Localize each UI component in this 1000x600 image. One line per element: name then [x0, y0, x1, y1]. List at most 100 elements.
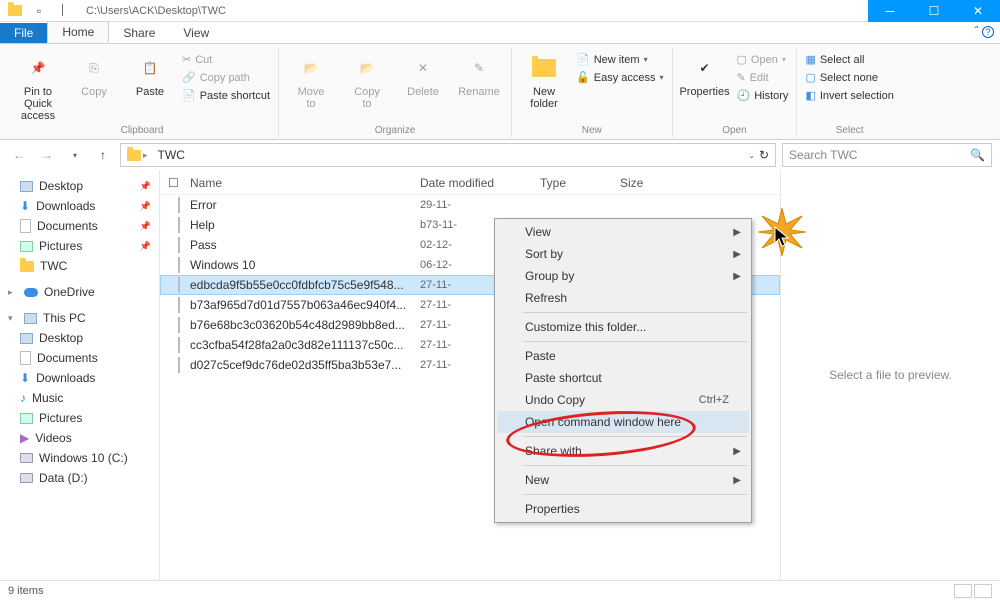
nav-cdrive[interactable]: Windows 10 (C:) [2, 448, 157, 468]
documents-icon [20, 351, 31, 365]
qat-dropdown[interactable]: │ [52, 1, 74, 21]
nav-thispc[interactable]: ▾This PC [2, 308, 157, 328]
move-to-button[interactable]: 📂Move to [287, 48, 335, 110]
tab-share[interactable]: Share [109, 23, 169, 43]
paste-shortcut-button[interactable]: 📄Paste shortcut [182, 88, 270, 104]
separator [523, 494, 747, 495]
file-icon [168, 318, 190, 332]
chevron-right-icon[interactable]: ▸ [8, 287, 18, 298]
file-name: Help [190, 218, 420, 232]
paste-button[interactable]: 📋 Paste [126, 48, 174, 98]
chevron-down-icon: ▾ [659, 70, 663, 86]
ctx-view[interactable]: View▶ [497, 221, 749, 243]
recent-dropdown[interactable]: ▾ [64, 144, 86, 166]
file-icon [168, 278, 190, 292]
search-input[interactable]: Search TWC 🔍 [782, 143, 992, 167]
col-name[interactable]: Name [190, 176, 420, 190]
nav-downloads[interactable]: ⬇Downloads📌 [2, 196, 157, 216]
navigation-pane[interactable]: Desktop📌 ⬇Downloads📌 Documents📌 Pictures… [0, 170, 160, 580]
chevron-down-icon[interactable]: ▾ [8, 313, 18, 324]
checkbox-column[interactable]: ☐ [168, 176, 190, 190]
ribbon-tabs: File Home Share View ˆ ? [0, 22, 1000, 44]
history-button[interactable]: 🕘History [737, 88, 789, 104]
nav-documents[interactable]: Documents📌 [2, 216, 157, 236]
addr-history-dropdown[interactable]: ⌄ [748, 151, 755, 160]
forward-button[interactable]: → [36, 144, 58, 166]
qat-props-icon[interactable]: ▫ [28, 1, 50, 21]
cursor-icon [774, 226, 792, 253]
ctx-share-with[interactable]: Share with▶ [497, 440, 749, 462]
file-row[interactable]: Error29-11- [160, 195, 780, 215]
ctx-refresh[interactable]: Refresh [497, 287, 749, 309]
context-menu: View▶ Sort by▶ Group by▶ Refresh Customi… [494, 218, 752, 523]
minimize-button[interactable]: ─ [868, 0, 912, 22]
col-date[interactable]: Date modified [420, 176, 540, 190]
new-item-button[interactable]: 📄New item ▾ [576, 52, 663, 68]
copy-button[interactable]: ⎘ Copy [70, 48, 118, 98]
copyto-icon: 📂 [351, 52, 383, 84]
nav-pc-music[interactable]: ♪Music [2, 388, 157, 408]
up-button[interactable]: ↑ [92, 144, 114, 166]
close-button[interactable]: ✕ [956, 0, 1000, 22]
selectnone-icon: ▢ [805, 70, 815, 86]
col-type[interactable]: Type [540, 176, 620, 190]
ctx-sortby[interactable]: Sort by▶ [497, 243, 749, 265]
ctx-undo[interactable]: Undo CopyCtrl+Z [497, 389, 749, 411]
moveto-icon: 📂 [295, 52, 327, 84]
nav-desktop[interactable]: Desktop📌 [2, 176, 157, 196]
rename-button[interactable]: ✎Rename [455, 48, 503, 98]
copy-path-button[interactable]: 🔗Copy path [182, 70, 270, 86]
ctx-properties[interactable]: Properties [497, 498, 749, 520]
ctx-groupby[interactable]: Group by▶ [497, 265, 749, 287]
select-all-button[interactable]: ▦Select all [805, 52, 893, 68]
pin-to-quick-access-button[interactable]: 📌 Pin to Quick access [14, 48, 62, 122]
chevron-right-icon: ▶ [733, 446, 741, 457]
breadcrumb-root[interactable]: ▸ [123, 148, 152, 163]
easy-access-button[interactable]: 🔓Easy access ▾ [576, 70, 663, 86]
tab-file[interactable]: File [0, 23, 47, 43]
back-button[interactable]: ← [8, 144, 30, 166]
nav-onedrive[interactable]: ▸OneDrive [2, 282, 157, 302]
nav-ddrive[interactable]: Data (D:) [2, 468, 157, 488]
invert-selection-button[interactable]: ◧Invert selection [805, 88, 893, 104]
properties-button[interactable]: ✔Properties [681, 48, 729, 98]
edit-button[interactable]: ✎Edit [737, 70, 789, 86]
nav-pc-pictures[interactable]: Pictures [2, 408, 157, 428]
ctx-customize[interactable]: Customize this folder... [497, 316, 749, 338]
history-icon: 🕘 [737, 88, 751, 104]
disk-icon [20, 473, 33, 483]
nav-pc-videos[interactable]: ▶Videos [2, 428, 157, 448]
pc-icon [24, 313, 37, 324]
ribbon-help-icon[interactable]: ˆ ? [975, 24, 994, 38]
nav-pc-documents[interactable]: Documents [2, 348, 157, 368]
nav-pictures[interactable]: Pictures📌 [2, 236, 157, 256]
view-details-button[interactable] [954, 584, 972, 598]
file-date: 29-11- [420, 199, 540, 211]
col-size[interactable]: Size [620, 176, 680, 190]
nav-pc-desktop[interactable]: Desktop [2, 328, 157, 348]
cut-button[interactable]: ✂Cut [182, 52, 270, 68]
new-folder-button[interactable]: New folder [520, 48, 568, 110]
address-bar[interactable]: ▸ TWC ⌄ ↻ [120, 143, 776, 167]
nav-pc-downloads[interactable]: ⬇Downloads [2, 368, 157, 388]
file-name: Pass [190, 238, 420, 252]
breadcrumb-twc[interactable]: TWC [154, 146, 189, 164]
separator [523, 465, 747, 466]
maximize-button[interactable]: ☐ [912, 0, 956, 22]
item-count: 9 items [8, 585, 43, 597]
ctx-paste[interactable]: Paste [497, 345, 749, 367]
ctx-paste-shortcut[interactable]: Paste shortcut [497, 367, 749, 389]
tab-view[interactable]: View [169, 23, 223, 43]
delete-button[interactable]: ✕Delete [399, 48, 447, 98]
open-button[interactable]: ▢Open ▾ [737, 52, 789, 68]
nav-twc[interactable]: TWC [2, 256, 157, 276]
qat-folder-icon[interactable] [4, 1, 26, 21]
copy-to-button[interactable]: 📂Copy to [343, 48, 391, 110]
view-large-button[interactable] [974, 584, 992, 598]
tab-home[interactable]: Home [47, 21, 109, 43]
refresh-icon[interactable]: ↻ [759, 148, 769, 162]
ctx-open-command-window[interactable]: Open command window here [497, 411, 749, 433]
select-none-button[interactable]: ▢Select none [805, 70, 893, 86]
paste-icon: 📋 [134, 52, 166, 84]
ctx-new[interactable]: New▶ [497, 469, 749, 491]
